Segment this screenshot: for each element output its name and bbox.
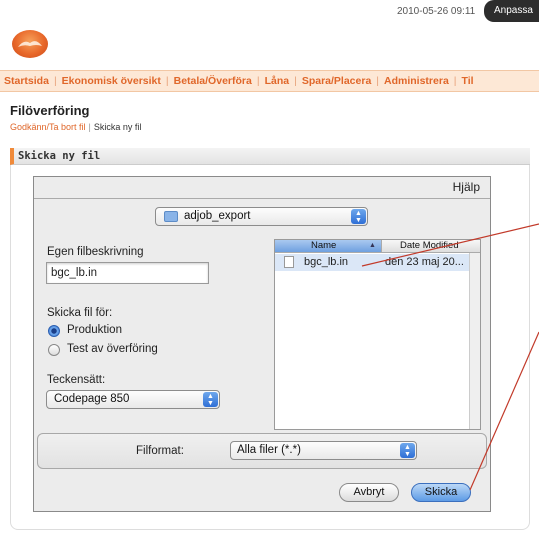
annotation-line-file <box>361 223 539 267</box>
annotation-lines <box>361 223 539 491</box>
annotation-line-send <box>469 331 539 491</box>
